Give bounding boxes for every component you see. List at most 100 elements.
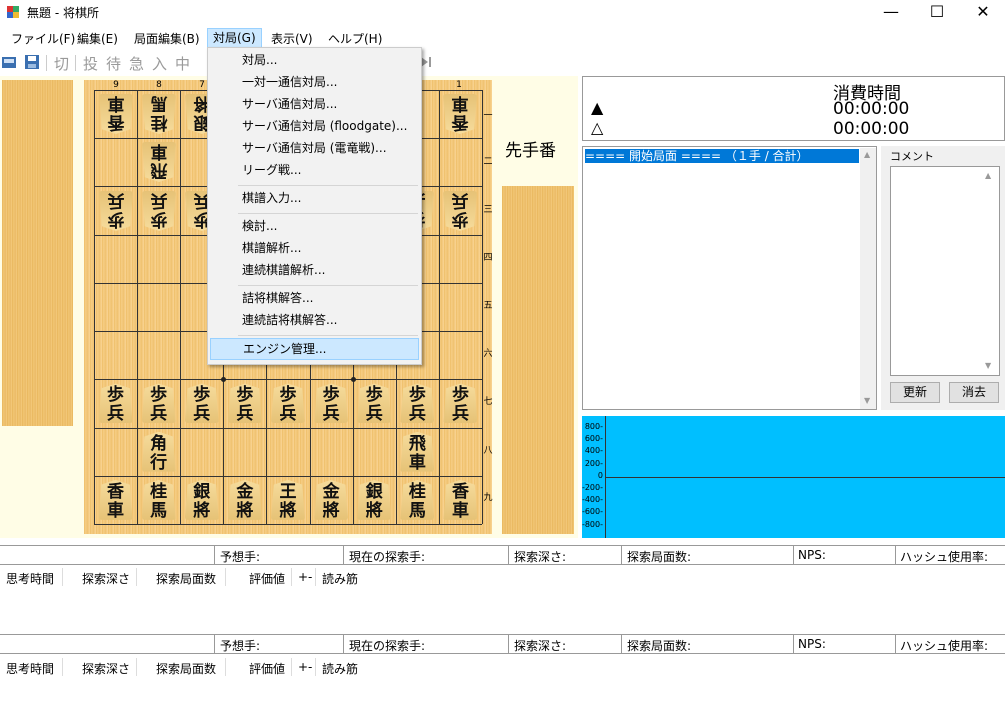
sente-piece[interactable]: 歩兵 <box>271 383 305 424</box>
sente-piece[interactable]: 角行 <box>141 431 176 473</box>
sente-piece[interactable]: 桂馬 <box>400 479 435 520</box>
scroll-down-icon[interactable]: ▼ <box>864 396 870 405</box>
piece-char: 飛 <box>408 433 426 454</box>
gote-mark-icon: △ <box>591 118 604 137</box>
gote-piece[interactable]: 香車 <box>443 94 477 134</box>
piece-char: 香 <box>107 481 125 502</box>
gote-piece[interactable]: 桂馬 <box>142 94 176 134</box>
menu-game[interactable]: 対局(G) <box>207 28 262 49</box>
col-think-time[interactable]: 思考時間 <box>6 660 54 677</box>
scroll-down-icon[interactable]: ▼ <box>985 361 991 370</box>
col-nodes[interactable]: 探索局面数 <box>156 660 216 677</box>
maximize-button[interactable]: ☐ <box>914 0 960 26</box>
clear-comment-button[interactable]: 消去 <box>949 382 999 403</box>
menu-item-kifu-analysis[interactable]: 棋譜解析... <box>210 237 419 259</box>
save-icon[interactable] <box>24 54 40 70</box>
minimize-button[interactable]: — <box>868 0 914 26</box>
open-icon[interactable] <box>1 54 17 70</box>
enter-button[interactable]: 入 <box>152 53 167 74</box>
menu-edit[interactable]: 編集(E) <box>72 30 123 48</box>
menu-item-league[interactable]: リーグ戦... <box>210 159 419 181</box>
sente-piece[interactable]: 香車 <box>98 479 133 520</box>
sente-piece[interactable]: 金將 <box>314 479 349 520</box>
gote-piece[interactable]: 香車 <box>99 94 133 134</box>
resign-button[interactable]: 投 <box>83 53 98 74</box>
menu-item-batch-analysis[interactable]: 連続棋譜解析... <box>210 259 419 281</box>
col-think-time[interactable]: 思考時間 <box>6 570 54 587</box>
menu-item-denryusen[interactable]: サーバ通信対局 (電竜戦)... <box>210 137 419 159</box>
gote-piece-stand[interactable] <box>2 80 73 426</box>
comment-textarea[interactable]: ▲ ▼ <box>890 166 1000 376</box>
col-eval[interactable]: 評価値 <box>249 660 285 677</box>
menu-item-game[interactable]: 対局... <box>210 49 419 71</box>
undo-button[interactable]: 待 <box>106 53 121 74</box>
piece-char: 桂 <box>408 481 426 502</box>
sente-piece[interactable]: 歩兵 <box>184 383 219 424</box>
gote-piece[interactable]: 歩兵 <box>443 191 477 231</box>
col-plusminus[interactable]: +- <box>298 660 312 674</box>
piece-char: 金 <box>322 481 340 502</box>
menu-view[interactable]: 表示(V) <box>266 30 318 48</box>
sente-piece[interactable]: 飛車 <box>400 431 435 472</box>
gote-piece[interactable]: 歩兵 <box>142 191 176 231</box>
col-eval[interactable]: 評価値 <box>249 570 285 587</box>
sente-piece[interactable]: 歩兵 <box>98 383 133 424</box>
menu-item-engine-management[interactable]: エンジン管理... <box>210 338 419 360</box>
hurry-button[interactable]: 急 <box>129 53 144 74</box>
engine2-hash: ハッシュ使用率: <box>900 639 989 653</box>
sente-piece[interactable]: 歩兵 <box>400 383 435 424</box>
resign-cut-button[interactable]: 切 <box>54 53 69 74</box>
sente-piece[interactable]: 歩兵 <box>227 383 262 424</box>
file-label: 9 <box>113 80 119 90</box>
sente-piece[interactable]: 王將 <box>271 479 305 520</box>
col-depth[interactable]: 探索深さ <box>82 570 130 587</box>
scroll-up-icon[interactable]: ▲ <box>864 150 870 159</box>
graph-y-label: 800- <box>584 422 603 431</box>
kifu-row-selected[interactable]: ==== 開始局面 ==== （１手 / 合計） <box>585 149 859 163</box>
menu-item-server[interactable]: サーバ通信対局... <box>210 93 419 115</box>
piece-char: 香 <box>451 481 469 502</box>
piece-char: 金 <box>236 481 254 502</box>
sente-piece[interactable]: 香車 <box>443 479 478 520</box>
stop-button[interactable]: 中 <box>175 53 190 74</box>
piece-char: 歩 <box>365 385 383 406</box>
menu-help[interactable]: ヘルプ(H) <box>323 30 387 48</box>
piece-char: 行 <box>150 452 168 473</box>
col-pv[interactable]: 読み筋 <box>322 570 358 587</box>
menu-item-tsume[interactable]: 詰将棋解答... <box>210 287 419 309</box>
sente-piece[interactable]: 銀將 <box>184 479 219 520</box>
evaluation-graph[interactable]: 800- 600- 400- 200- 0 -200- -400- -600- -800- <box>582 416 1005 538</box>
sente-piece[interactable]: 歩兵 <box>141 383 176 424</box>
graph-y-label: -200- <box>581 483 603 492</box>
close-button[interactable]: ✕ <box>960 0 1005 26</box>
piece-char: 王 <box>279 481 297 502</box>
gote-piece[interactable]: 歩兵 <box>99 191 133 231</box>
sente-piece[interactable]: 金將 <box>227 479 262 520</box>
col-pv[interactable]: 読み筋 <box>322 660 358 677</box>
grid-line <box>94 90 95 524</box>
piece-char: 兵 <box>107 189 125 210</box>
menu-item-analyze[interactable]: 検討... <box>210 215 419 237</box>
menu-item-one-on-one[interactable]: 一対一通信対局... <box>210 71 419 93</box>
sente-piece[interactable]: 銀將 <box>357 479 392 520</box>
sente-piece[interactable]: 歩兵 <box>314 383 349 424</box>
col-depth[interactable]: 探索深さ <box>82 660 130 677</box>
gote-piece[interactable]: 飛車 <box>142 142 176 182</box>
menu-item-batch-tsume[interactable]: 連続詰将棋解答... <box>210 309 419 331</box>
menu-item-floodgate[interactable]: サーバ通信対局 (floodgate)... <box>210 115 419 137</box>
kifu-scrollbar[interactable]: ▲ ▼ <box>860 148 876 409</box>
menu-item-kifu-input[interactable]: 棋譜入力... <box>210 187 419 209</box>
scroll-up-icon[interactable]: ▲ <box>985 171 991 180</box>
col-plusminus[interactable]: +- <box>298 570 312 584</box>
sente-piece[interactable]: 歩兵 <box>357 383 392 424</box>
sente-piece[interactable]: 桂馬 <box>141 479 176 520</box>
menu-file[interactable]: ファイル(F) <box>6 30 80 48</box>
separator <box>793 546 794 564</box>
menu-position-edit[interactable]: 局面編集(B) <box>129 30 205 48</box>
kifu-list[interactable]: ==== 開始局面 ==== （１手 / 合計） ▲ ▼ <box>582 146 877 410</box>
update-comment-button[interactable]: 更新 <box>890 382 940 403</box>
engine2-predicted: 予想手: <box>220 639 261 653</box>
sente-piece[interactable]: 歩兵 <box>443 383 478 424</box>
sente-piece-stand[interactable] <box>502 186 574 534</box>
col-nodes[interactable]: 探索局面数 <box>156 570 216 587</box>
